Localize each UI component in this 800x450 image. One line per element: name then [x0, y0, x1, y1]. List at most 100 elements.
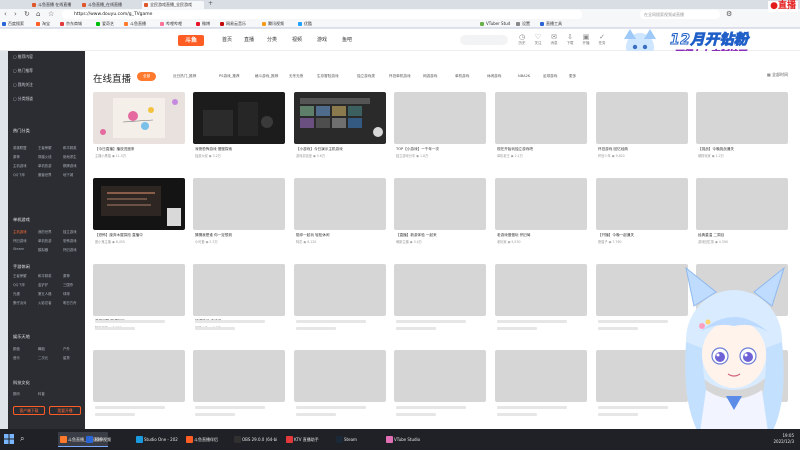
bookmark-item[interactable]: 网易云音乐	[220, 21, 246, 27]
sidebar-link[interactable]: 穿越火线	[38, 154, 52, 159]
sidebar-link[interactable]: 单机热游	[38, 163, 52, 168]
bookmark-item[interactable]: 哔哩哔哩	[160, 21, 182, 27]
bookmark-item[interactable]: VTuber Stud	[480, 21, 510, 27]
stream-card[interactable]: 【开播】今晚一起通关 夜猫子 ◉ 7,760	[596, 178, 688, 256]
start-stream-button[interactable]: 我要开播	[49, 406, 81, 415]
streamer-name[interactable]: 小可爱	[195, 240, 205, 244]
stream-title[interactable]: 【开播】今晚一起通关	[598, 233, 686, 238]
bookmark-item[interactable]: 京东商城	[60, 21, 82, 27]
stream-card[interactable]: 猜猜我是谁 你一定想到 小可爱 ◉ 2.3万	[193, 178, 285, 256]
task-icon[interactable]: ✓ 任务	[595, 33, 609, 46]
stream-card[interactable]: 怀旧游戏 回忆经典 怀旧少年 ◉ 9,820	[596, 92, 688, 170]
home-icon[interactable]: ⌂	[36, 10, 40, 18]
filter-chip[interactable]: 独立游戏类	[357, 72, 375, 81]
taskbar-item-video[interactable]: 16:9视频	[84, 432, 134, 447]
stream-title[interactable]: 【挑战】今晚挑战通关	[698, 147, 786, 152]
bookmark-item[interactable]: 淘宝	[36, 21, 50, 27]
stream-thumbnail[interactable]	[696, 178, 788, 230]
streamer-name[interactable]: 独立游戏分享	[396, 154, 415, 158]
nav-game[interactable]: 游戏	[317, 36, 327, 43]
follow-icon[interactable]: ♡ 关注	[531, 33, 545, 46]
sidebar-link[interactable]: 和平精英	[38, 273, 52, 278]
sidebar-link[interactable]: QQ飞车	[13, 172, 25, 177]
stream-thumbnail[interactable]	[394, 178, 486, 230]
streamer-name[interactable]: 单机老王	[497, 154, 510, 158]
streamer-name[interactable]: 独游大叔	[195, 154, 208, 158]
stream-thumbnail[interactable]	[495, 92, 587, 144]
sidebar-link[interactable]: Steam	[13, 247, 24, 251]
stream-thumbnail[interactable]	[696, 92, 788, 144]
sidebar-link[interactable]: 蛋仔派对	[13, 300, 27, 305]
sidebar-link[interactable]: 光遇	[13, 291, 20, 296]
sidebar-link[interactable]: 原神	[63, 273, 70, 278]
forward-icon[interactable]: ›	[14, 10, 17, 18]
bookmark-item[interactable]: 直播工具	[540, 21, 562, 27]
sidebar-link[interactable]: 王者荣耀	[13, 273, 27, 278]
stream-title[interactable]: 经典重温 二周目	[698, 233, 786, 238]
sidebar-item-channels[interactable]: ▢ 分类频道	[13, 96, 33, 102]
sidebar-link[interactable]: 棋牌游戏	[63, 163, 77, 168]
stream-thumbnail[interactable]	[394, 92, 486, 144]
sidebar-link[interactable]: 球球	[63, 291, 70, 296]
streamer-name[interactable]: 老玩家	[497, 240, 507, 244]
streamer-name[interactable]: 萌新主播	[396, 240, 409, 244]
browser-tab[interactable]: 斗鱼直播 在线直播	[30, 1, 78, 9]
sidebar-link[interactable]: 火影忍者	[38, 300, 52, 305]
stream-title[interactable]: 现在开始玩独立游戏吧	[497, 147, 585, 152]
stream-title[interactable]: 【小游戏】今日演示主机游戏	[296, 147, 384, 152]
stream-title[interactable]: TOP【小游戏】一千年一次	[396, 147, 484, 152]
browser-search-input[interactable]: 在全网搜索视频或直播	[640, 10, 720, 19]
sidebar-item-recommend[interactable]: ▢ 推荐内容	[13, 54, 33, 60]
stream-thumbnail[interactable]	[193, 92, 285, 144]
browser-tab[interactable]: 斗鱼直播_在线直播	[80, 1, 140, 9]
stream-thumbnail[interactable]	[294, 92, 386, 144]
bookmark-item[interactable]: 微博	[196, 21, 210, 27]
stream-title[interactable]: 猜猜我是谁 你一定想到	[195, 233, 283, 238]
refresh-icon[interactable]: ↻	[24, 10, 30, 18]
streamer-name[interactable]: 游戏实验室	[296, 154, 312, 158]
sidebar-link[interactable]: 金铲铲	[38, 282, 48, 287]
sidebar-link[interactable]: 魔兽世界	[38, 172, 52, 177]
sidebar-link[interactable]: 地下城	[63, 172, 73, 177]
star-icon[interactable]: ☆	[48, 10, 54, 18]
sidebar-link[interactable]: 单机热游	[38, 238, 52, 243]
sidebar-link[interactable]: 第五人格	[38, 291, 52, 296]
taskbar-item-steam[interactable]: Steam	[334, 432, 382, 447]
bookmark-item[interactable]: 设置	[516, 21, 530, 27]
nav-live[interactable]: 直播	[244, 36, 254, 43]
streamer-name[interactable]: 主播小黑猫	[95, 154, 111, 158]
stream-card[interactable]: 经典重温 二周目 游戏回忆录 ◉ 4,390	[696, 178, 788, 256]
sidebar-link[interactable]: 户外	[63, 346, 70, 351]
browser-tab-active[interactable]: 全民游戏直播_全民游戏	[142, 1, 204, 9]
sidebar-link[interactable]: 王者荣耀	[38, 145, 52, 150]
stream-title[interactable]: 老游戏慢慢玩 怀旧局	[497, 233, 585, 238]
sidebar-item-hot[interactable]: ▢ 热门推荐	[13, 68, 33, 74]
stream-thumbnail[interactable]	[596, 92, 688, 144]
filter-chip[interactable]: NBA2K	[518, 72, 530, 81]
sidebar-link[interactable]: 星秀	[63, 355, 70, 360]
filter-chip[interactable]: 无冬无夜	[289, 72, 303, 81]
stream-title[interactable]: 【今日直播】播放进度条	[95, 147, 183, 152]
sidebar-link[interactable]: 音乐	[13, 355, 20, 360]
sidebar-link[interactable]: 舞蹈	[38, 346, 45, 351]
taskbar-item-stream-tool[interactable]: 斗鱼直播伴侣	[184, 432, 230, 447]
bookmark-item[interactable]: 爱奇艺	[96, 21, 114, 27]
taskbar-item-vtube-studio[interactable]: VTube Studio	[384, 432, 436, 447]
sort-toggle[interactable]: ▦ 全部时间	[767, 72, 788, 78]
stream-thumbnail[interactable]	[193, 178, 285, 230]
stream-thumbnail[interactable]	[596, 178, 688, 230]
filter-chip[interactable]: 单机游戏	[455, 72, 469, 81]
bookmark-item[interactable]: 腾讯视频	[262, 21, 284, 27]
site-search-input[interactable]	[460, 35, 508, 45]
sidebar-link[interactable]: 二次元	[38, 355, 48, 360]
extensions-icon[interactable]: ⚙	[726, 10, 732, 18]
filter-chip-active[interactable]: 全部	[137, 72, 157, 81]
filter-chip[interactable]: 网游游戏	[423, 72, 437, 81]
url-input[interactable]: https://www.douyu.com/g_TVgame	[62, 10, 582, 19]
sidebar-link[interactable]: 原神	[13, 154, 20, 159]
sidebar-link[interactable]: 恐怖游戏	[63, 238, 77, 243]
download-icon[interactable]: ⇩ 下载	[563, 33, 577, 46]
nav-fishbar[interactable]: 鱼吧	[342, 36, 352, 43]
sidebar-item-follow[interactable]: ▢ 我的关注	[13, 82, 33, 88]
taskbar-item-ktv[interactable]: KTV 直播助手	[284, 432, 332, 447]
